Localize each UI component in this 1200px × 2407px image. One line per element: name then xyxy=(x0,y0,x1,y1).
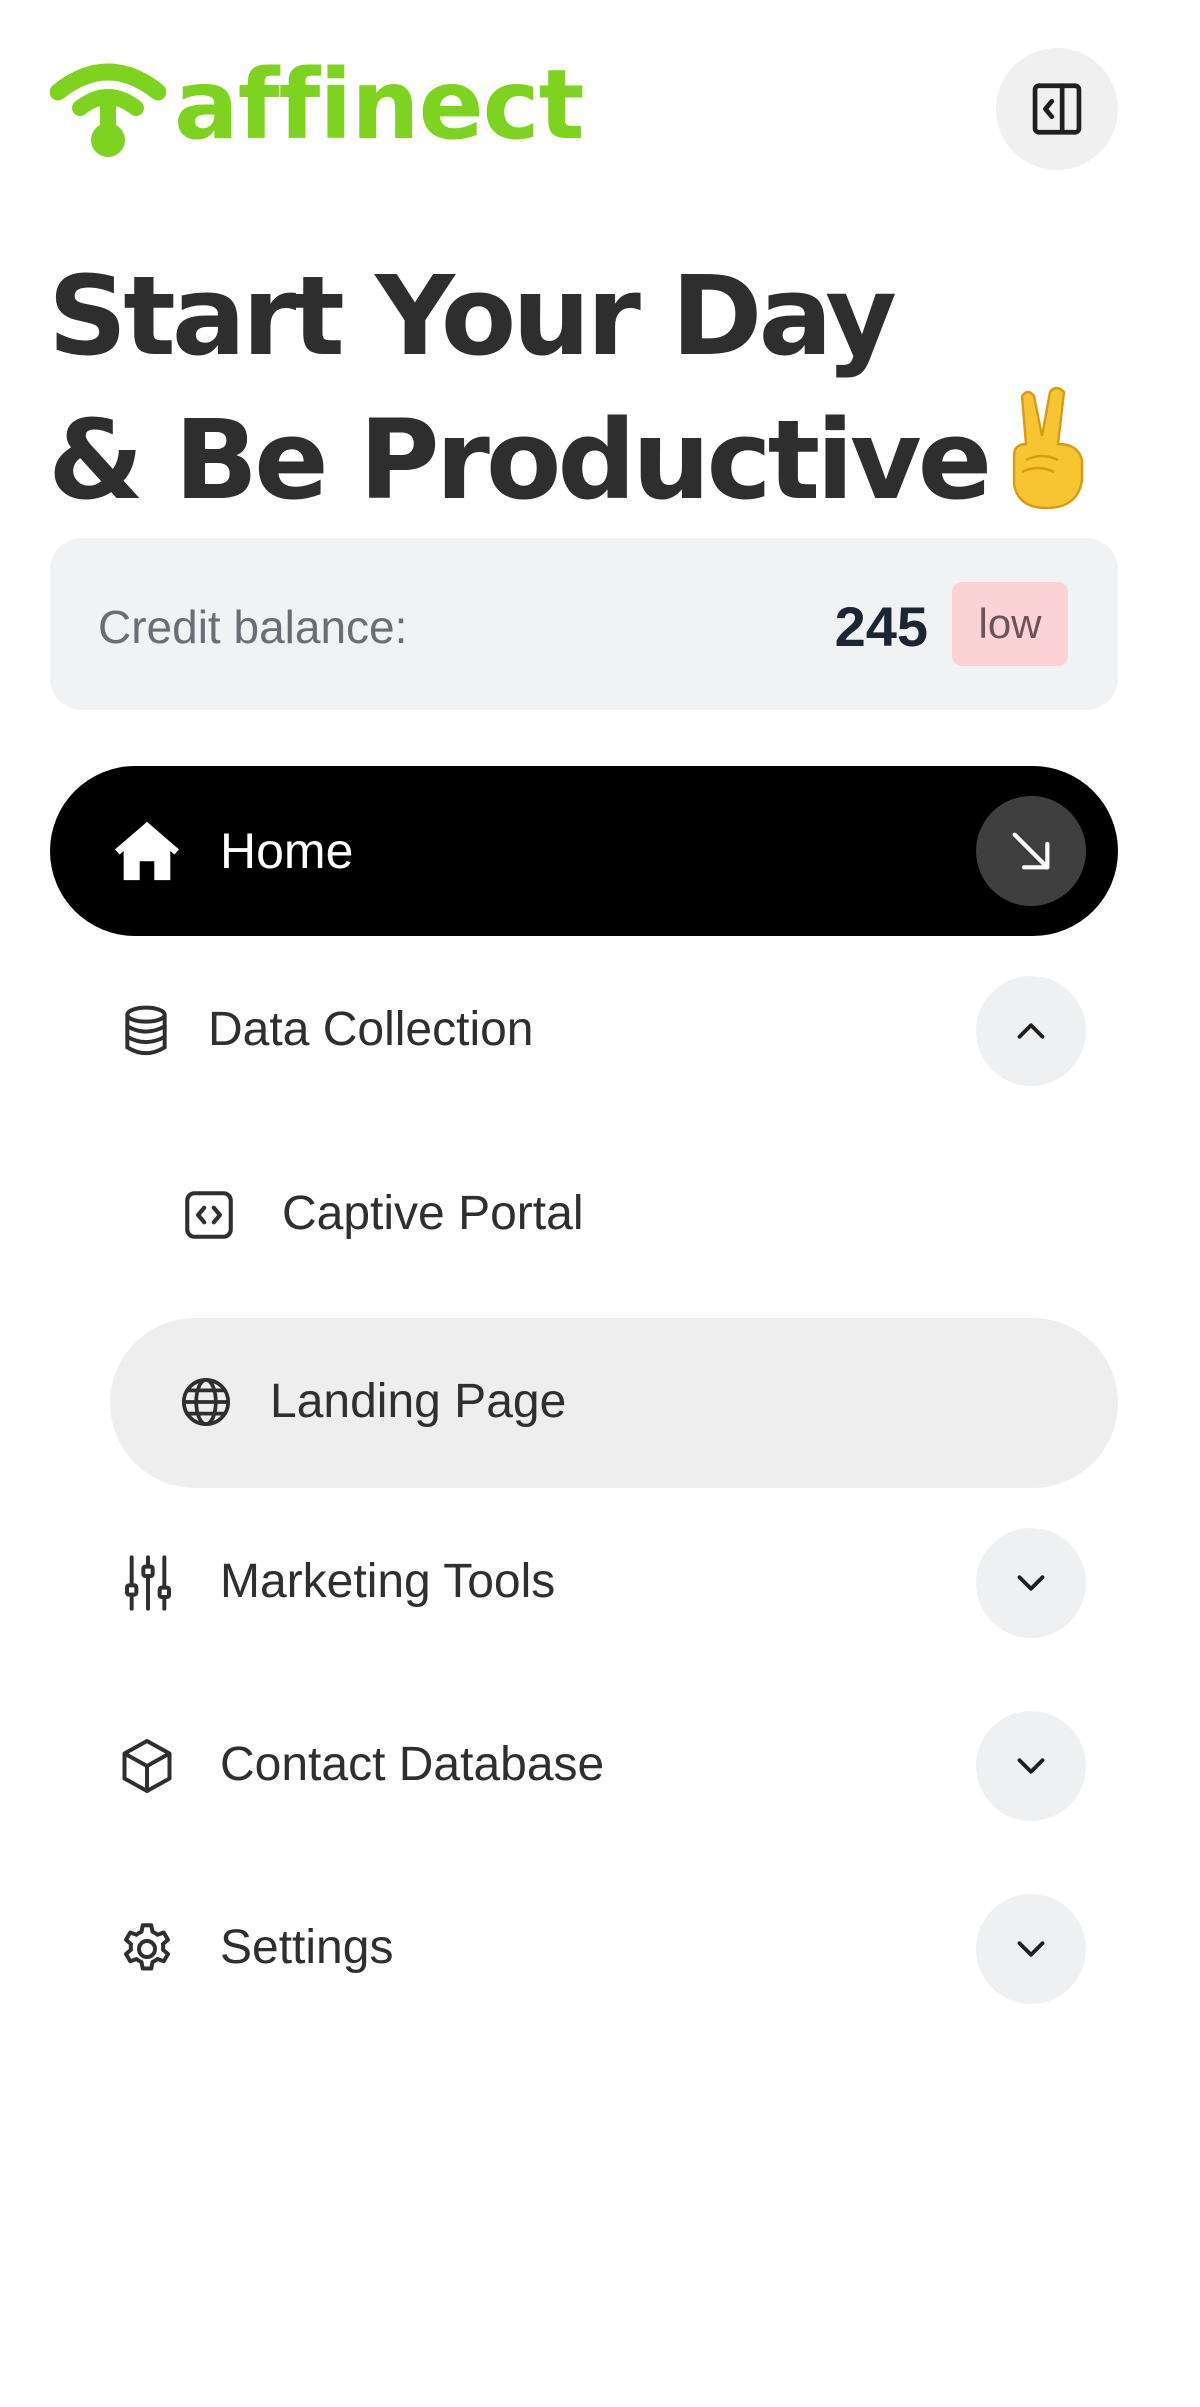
nav-item-marketing-tools-label: Marketing Tools xyxy=(220,1555,556,1608)
nav-subitem-captive-portal[interactable]: Captive Portal xyxy=(110,1160,1118,1270)
database-icon xyxy=(116,1001,176,1061)
cube-icon xyxy=(116,1735,178,1797)
victory-hand-icon xyxy=(1002,384,1094,542)
nav-item-home[interactable]: Home xyxy=(50,766,1118,936)
page-headline: Start Your Day & Be Productive xyxy=(48,248,1094,542)
nav-item-contact-database[interactable]: Contact Database xyxy=(50,1711,1118,1821)
nav-item-contact-database-label: Contact Database xyxy=(220,1738,605,1791)
nav-item-settings[interactable]: Settings xyxy=(50,1894,1118,2004)
headline-line-2: & Be Productive xyxy=(48,384,1094,542)
nav-item-home-label: Home xyxy=(220,823,354,879)
credit-status-badge: low xyxy=(952,582,1068,666)
contact-database-toggle[interactable] xyxy=(976,1711,1086,1821)
chevron-down-icon xyxy=(1017,1575,1045,1591)
credit-balance-value: 245 xyxy=(834,595,928,658)
data-collection-toggle[interactable] xyxy=(976,976,1086,1086)
sliders-icon xyxy=(118,1550,178,1616)
headline-line-2-text: & Be Productive xyxy=(48,396,992,524)
nav-item-data-collection[interactable]: Data Collection xyxy=(50,976,1118,1086)
nav-item-marketing-tools[interactable]: Marketing Tools xyxy=(50,1528,1118,1638)
nav-subitem-landing-page[interactable]: Landing Page xyxy=(110,1318,1118,1488)
credit-balance-card: Credit balance: 245 low xyxy=(50,538,1118,710)
settings-toggle[interactable] xyxy=(976,1894,1086,2004)
nav-item-data-collection-label: Data Collection xyxy=(208,1003,534,1056)
chevron-down-icon xyxy=(1017,1758,1045,1774)
collapse-sidebar-button[interactable] xyxy=(996,48,1118,170)
sidebar-panel: affinect Start Your Day & Be Productive … xyxy=(0,0,1200,2407)
headline-line-1: Start Your Day xyxy=(48,252,897,380)
nav-subitem-landing-page-label: Landing Page xyxy=(270,1375,567,1428)
globe-icon xyxy=(176,1372,236,1432)
chevron-down-icon xyxy=(1017,1941,1045,1957)
sidebar-collapse-icon xyxy=(1032,83,1082,135)
nav-item-settings-label: Settings xyxy=(220,1921,394,1974)
gear-icon xyxy=(116,1918,178,1980)
arrow-down-right-icon xyxy=(1012,832,1050,870)
nav-subitem-captive-portal-label: Captive Portal xyxy=(282,1187,584,1240)
brand-logo[interactable]: affinect xyxy=(50,49,584,161)
home-icon xyxy=(112,818,182,884)
home-go-button[interactable] xyxy=(976,796,1086,906)
brand-name: affinect xyxy=(174,49,584,161)
credit-balance-label: Credit balance: xyxy=(98,601,408,653)
chevron-up-icon xyxy=(1017,1023,1045,1039)
code-icon xyxy=(178,1184,240,1246)
marketing-tools-toggle[interactable] xyxy=(976,1528,1086,1638)
wifi-logo-icon xyxy=(50,63,166,157)
